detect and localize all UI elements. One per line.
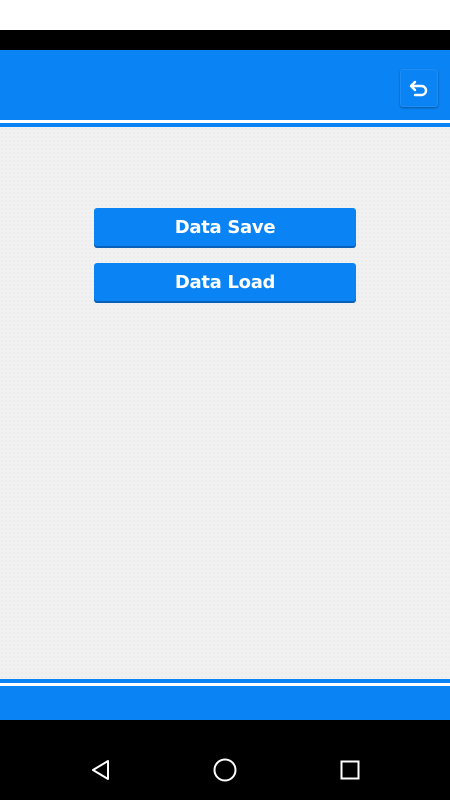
undo-arrow-icon xyxy=(409,80,428,97)
app-screen: Data Save Data Load xyxy=(0,0,450,800)
nav-recents-button[interactable] xyxy=(337,757,363,783)
app-footer xyxy=(0,686,450,720)
top-margin xyxy=(0,0,450,30)
data-save-button[interactable]: Data Save xyxy=(94,208,356,246)
status-bar xyxy=(0,30,450,50)
nav-back-button[interactable] xyxy=(87,757,113,783)
triangle-back-icon xyxy=(92,760,109,780)
circle-home-icon xyxy=(213,758,237,782)
app-header xyxy=(0,50,450,120)
nav-home-button[interactable] xyxy=(212,757,238,783)
main-content: Data Save Data Load xyxy=(0,127,450,679)
square-recents-icon xyxy=(340,760,360,780)
back-button[interactable] xyxy=(400,69,438,107)
data-load-button[interactable]: Data Load xyxy=(94,263,356,301)
